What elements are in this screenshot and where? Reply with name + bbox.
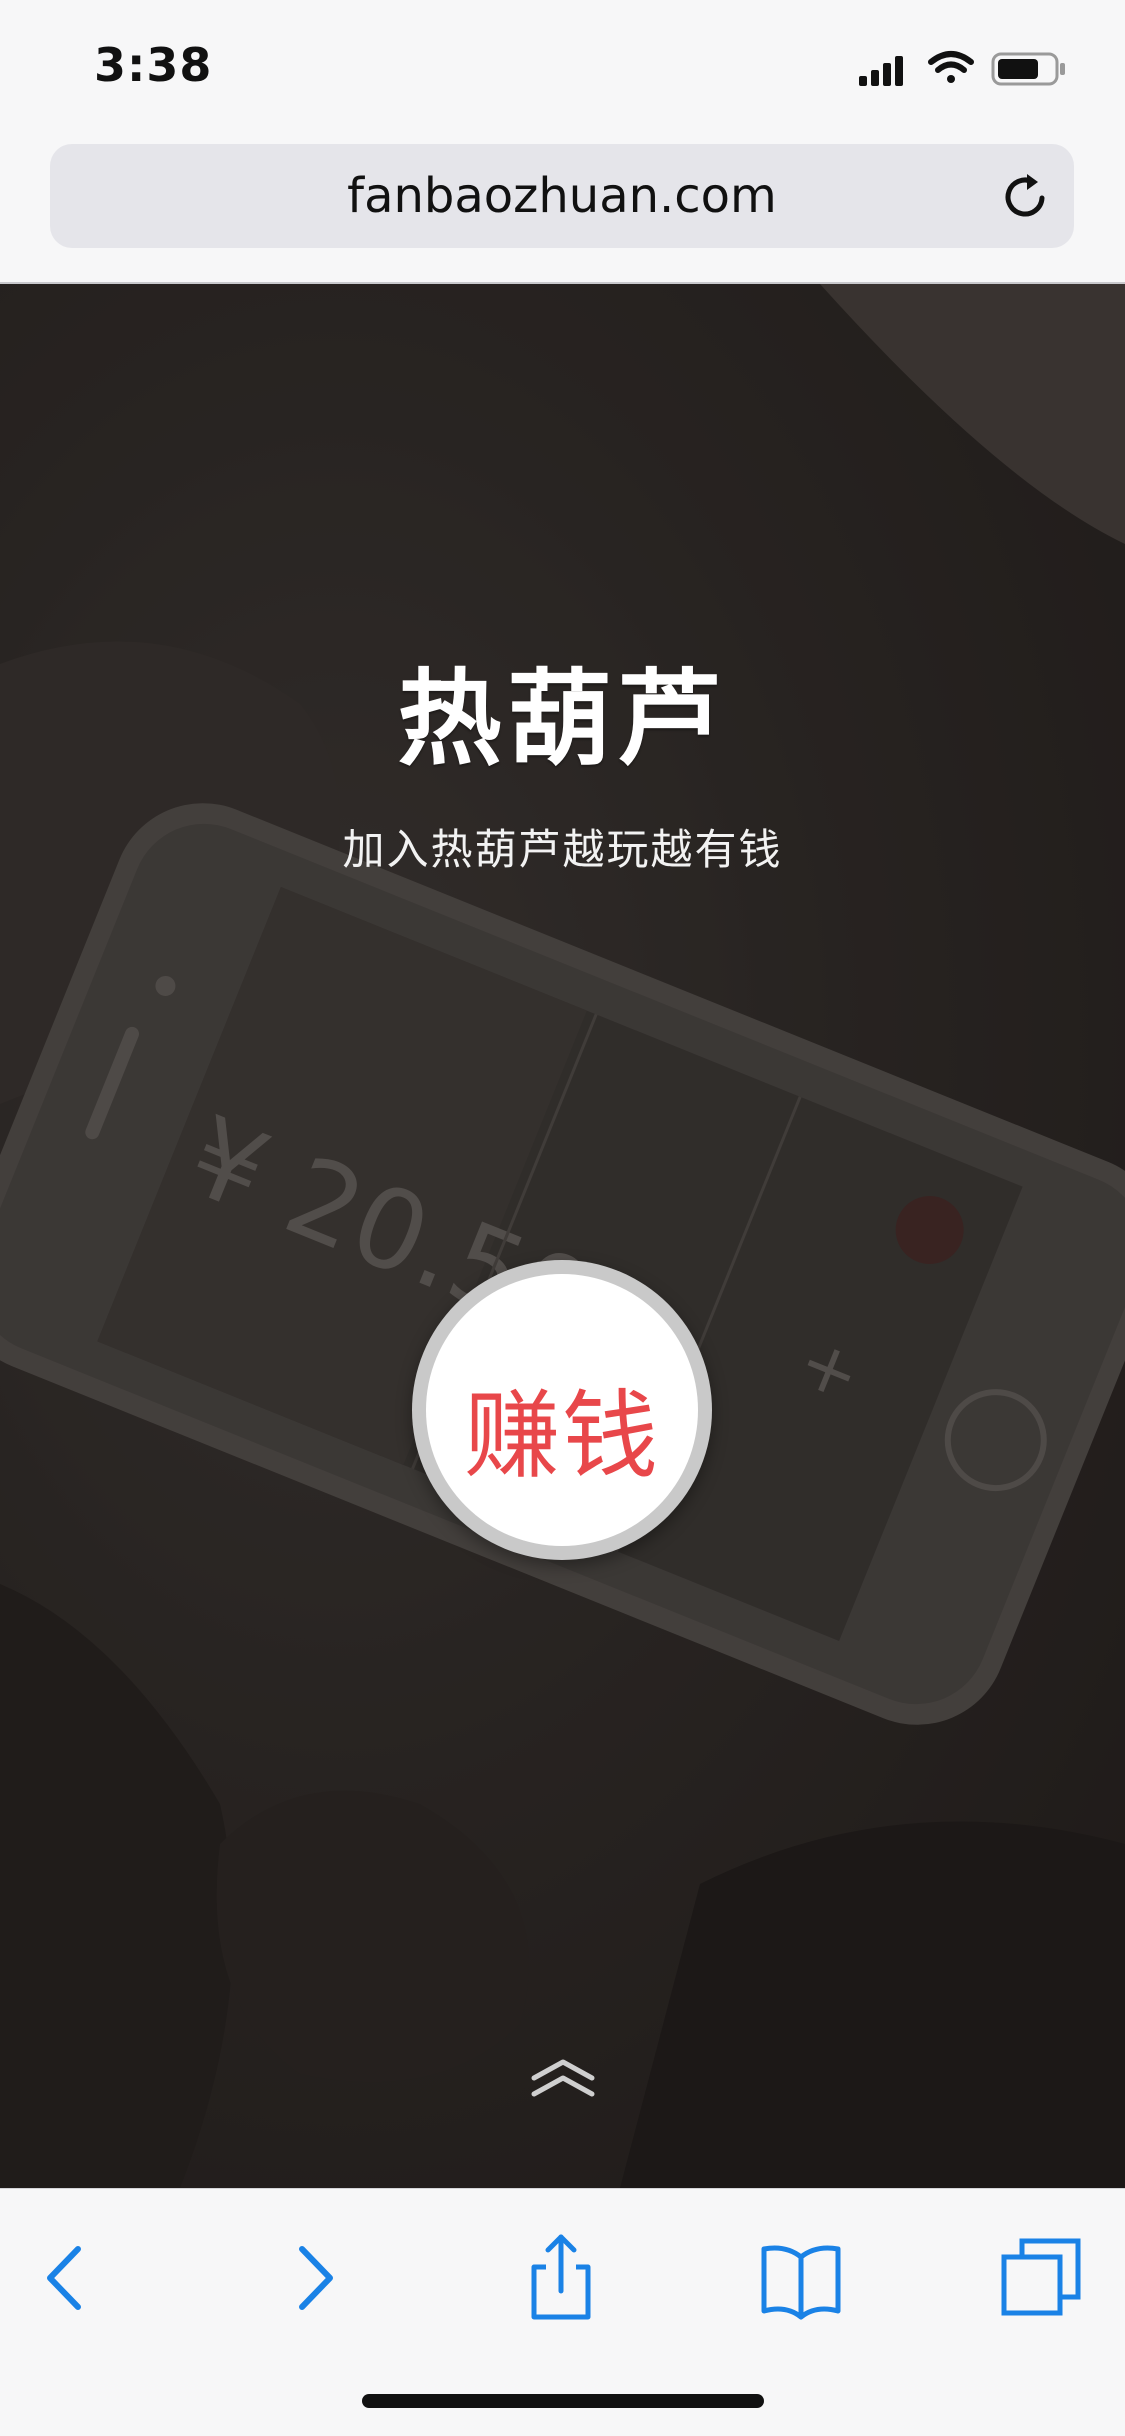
wifi-icon (928, 51, 974, 83)
url-text[interactable]: fanbaozhuan.com (50, 168, 1074, 224)
hand-holding-phone-image: ¥ 20.50 + (0, 284, 1125, 2188)
app-tagline: 加入热葫芦越玩越有钱 (342, 825, 783, 874)
battery-icon (991, 52, 1065, 86)
hero-section: ¥ 20.50 + 热葫芦 加入热葫芦越玩越有钱 赚钱 (0, 284, 1125, 2188)
share-icon[interactable] (516, 2233, 606, 2323)
home-indicator[interactable] (362, 2394, 764, 2408)
status-icons (859, 51, 1065, 86)
tabs-icon[interactable] (996, 2233, 1086, 2323)
back-icon[interactable] (20, 2233, 110, 2323)
status-bar: 3:38 (0, 0, 1125, 132)
app-title: 热葫芦 (397, 658, 728, 780)
cellular-signal-icon (859, 56, 903, 86)
earn-money-button-face[interactable]: 赚钱 (426, 1274, 698, 1546)
reload-icon[interactable] (998, 168, 1054, 224)
forward-icon[interactable] (270, 2233, 360, 2323)
address-bar[interactable]: fanbaozhuan.com (50, 144, 1074, 248)
mobile-safari-screen: 3:38 fanbaozhuan.com ¥ 20.50 + 热葫芦 加入热葫芦… (0, 0, 1125, 2436)
status-time: 3:38 (94, 38, 213, 92)
bookmarks-icon[interactable] (756, 2233, 846, 2323)
earn-money-label[interactable]: 赚钱 (426, 1358, 698, 1497)
earn-money-button[interactable]: 赚钱 (412, 1260, 712, 1560)
chevron-double-up-icon[interactable] (530, 2058, 596, 2098)
